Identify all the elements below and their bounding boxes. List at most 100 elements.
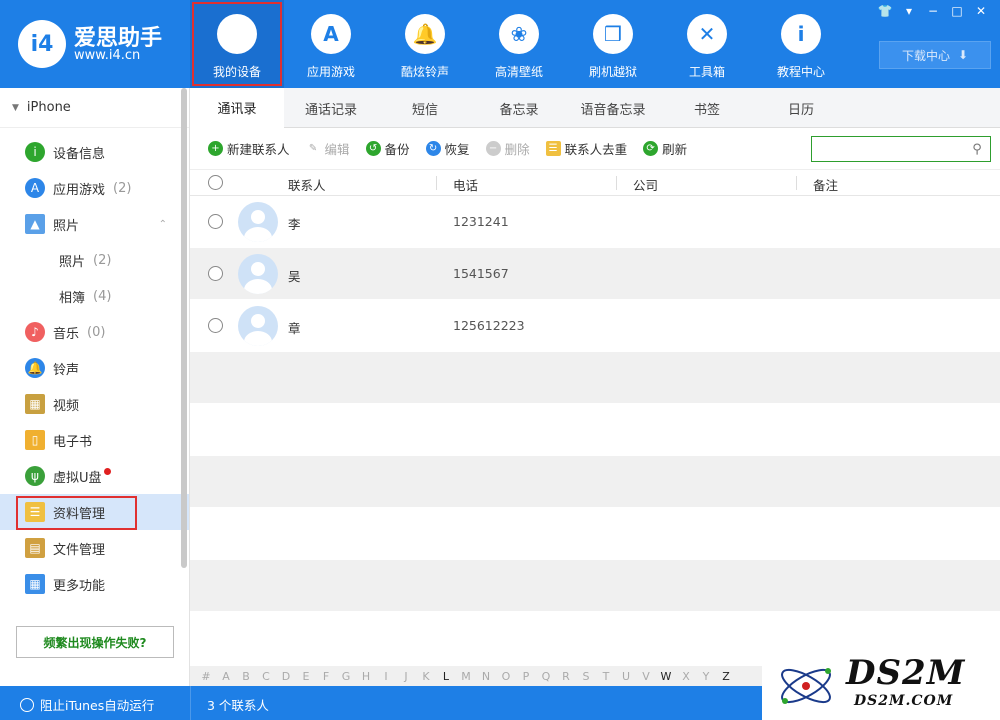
alphabet-letter[interactable]: C: [256, 670, 276, 683]
menu-icon[interactable]: ▾: [900, 2, 918, 20]
alphabet-letter[interactable]: H: [356, 670, 376, 683]
contact-phone: 125612223: [453, 318, 525, 333]
sidebar-item-label: 相簿: [59, 290, 86, 306]
sidebar-item-11[interactable]: ▤ 文件管理: [0, 530, 189, 566]
tab-4[interactable]: 语音备忘录: [566, 88, 660, 128]
sidebar-item-label: 虚拟U盘: [53, 470, 102, 486]
alphabet-letter[interactable]: X: [676, 670, 696, 683]
alphabet-letter[interactable]: A: [216, 670, 236, 683]
alphabet-letter[interactable]: W: [656, 670, 676, 683]
alphabet-letter[interactable]: U: [616, 670, 636, 683]
alphabet-letter[interactable]: M: [456, 670, 476, 683]
tab-6[interactable]: 日历: [754, 88, 848, 128]
box-icon: ❒: [593, 14, 633, 54]
nav-item-3[interactable]: ❀ 高清壁纸: [472, 0, 566, 88]
dedupe-contacts-button[interactable]: ☰ 联系人去重: [545, 139, 627, 158]
sidebar-item-12[interactable]: ▦ 更多功能: [0, 566, 189, 602]
header-company[interactable]: 公司: [633, 175, 658, 194]
flower-icon: ❀: [499, 14, 539, 54]
alphabet-letter[interactable]: E: [296, 670, 316, 683]
row-radio[interactable]: [208, 318, 223, 333]
atom-logo-icon: [781, 668, 831, 704]
row-radio[interactable]: [208, 266, 223, 281]
app-url: www.i4.cn: [74, 48, 141, 63]
table-row[interactable]: 吴 1541567: [190, 248, 1000, 300]
select-all-radio[interactable]: [208, 175, 223, 190]
alphabet-letter[interactable]: Q: [536, 670, 556, 683]
search-icon[interactable]: ⚲: [968, 140, 986, 158]
header-note[interactable]: 备注: [813, 175, 838, 194]
header-phone[interactable]: 电话: [453, 175, 478, 194]
nav-item-2[interactable]: 🔔 酷炫铃声: [378, 0, 472, 88]
header-contact[interactable]: 联系人: [288, 175, 326, 194]
nav-item-4[interactable]: ❒ 刷机越狱: [566, 0, 660, 88]
sidebar-item-8[interactable]: ▯ 电子书: [0, 422, 189, 458]
alphabet-letter[interactable]: D: [276, 670, 296, 683]
operation-failed-button[interactable]: 频繁出现操作失败?: [16, 626, 174, 658]
sidebar-item-label: 照片: [59, 254, 86, 270]
sidebar-item-1[interactable]: A 应用游戏 (2): [0, 170, 189, 206]
grid-icon: ▦: [25, 574, 45, 594]
chevron-up-icon[interactable]: ⌃: [159, 219, 167, 230]
sidebar-item-3[interactable]: 照片 (2): [0, 242, 189, 278]
alphabet-letter[interactable]: T: [596, 670, 616, 683]
nav-item-0[interactable]: 我的设备: [190, 0, 284, 88]
alphabet-letter[interactable]: I: [376, 670, 396, 683]
skin-icon[interactable]: 👕: [876, 2, 894, 20]
tab-0[interactable]: 通讯录: [190, 88, 284, 128]
sidebar-item-9[interactable]: ψ 虚拟U盘: [0, 458, 189, 494]
edit-label: 编辑: [324, 142, 350, 157]
alphabet-letter[interactable]: P: [516, 670, 536, 683]
nav-item-1[interactable]: A 应用游戏: [284, 0, 378, 88]
delete-button[interactable]: − 删除: [485, 139, 530, 158]
delete-icon: −: [485, 141, 501, 156]
row-radio[interactable]: [208, 214, 223, 229]
search-input[interactable]: [812, 138, 962, 160]
alphabet-letter[interactable]: G: [336, 670, 356, 683]
sidebar-scrollbar[interactable]: [181, 88, 187, 568]
alphabet-letter[interactable]: R: [556, 670, 576, 683]
minimize-icon[interactable]: −: [924, 2, 942, 20]
sidebar-item-4[interactable]: 相簿 (4): [0, 278, 189, 314]
tab-5[interactable]: 书签: [660, 88, 754, 128]
alphabet-letter[interactable]: #: [196, 670, 216, 683]
sidebar-item-5[interactable]: ♪ 音乐 (0): [0, 314, 189, 350]
sidebar-item-10[interactable]: ☰ 资料管理: [0, 494, 189, 530]
avatar: [238, 306, 278, 346]
block-itunes-toggle[interactable]: 阻止iTunes自动运行: [20, 695, 154, 714]
alphabet-letter[interactable]: N: [476, 670, 496, 683]
alphabet-letter[interactable]: K: [416, 670, 436, 683]
nav-item-6[interactable]: i 教程中心: [754, 0, 848, 88]
circle-icon: [20, 697, 34, 712]
alphabet-letter[interactable]: Z: [716, 670, 736, 683]
tab-3[interactable]: 备忘录: [472, 88, 566, 128]
alphabet-letter[interactable]: L: [436, 670, 456, 683]
alphabet-letter[interactable]: S: [576, 670, 596, 683]
download-center-button[interactable]: 下载中心 ⬇: [879, 41, 991, 69]
close-icon[interactable]: ✕: [972, 2, 990, 20]
restore-button[interactable]: ↻ 恢复: [425, 139, 470, 158]
sidebar-item-0[interactable]: i 设备信息: [0, 134, 189, 170]
refresh-button[interactable]: ⟳ 刷新: [643, 139, 687, 158]
device-selector[interactable]: ▼ iPhone: [0, 88, 189, 128]
sidebar-item-6[interactable]: 🔔 铃声: [0, 350, 189, 386]
tab-2[interactable]: 短信: [378, 88, 472, 128]
alphabet-letter[interactable]: O: [496, 670, 516, 683]
alphabet-letter[interactable]: Y: [696, 670, 716, 683]
maximize-icon[interactable]: □: [948, 2, 966, 20]
alphabet-letter[interactable]: V: [636, 670, 656, 683]
alphabet-letter[interactable]: F: [316, 670, 336, 683]
backup-button[interactable]: ↺ 备份: [365, 139, 410, 158]
tab-1[interactable]: 通话记录: [284, 88, 378, 128]
table-row[interactable]: 章 125612223: [190, 300, 1000, 352]
alphabet-letter[interactable]: J: [396, 670, 416, 683]
edit-button[interactable]: ✎ 编辑: [306, 139, 350, 158]
sidebar-item-2[interactable]: ▲ 照片 ⌃: [0, 206, 189, 242]
nav-item-5[interactable]: ✕ 工具箱: [660, 0, 754, 88]
contact-name: 李: [288, 217, 301, 232]
sidebar-item-7[interactable]: ▦ 视频: [0, 386, 189, 422]
new-contact-button[interactable]: + 新建联系人: [208, 139, 290, 158]
table-row[interactable]: 李 1231241: [190, 196, 1000, 248]
nav-label: 教程中心: [776, 65, 825, 79]
alphabet-letter[interactable]: B: [236, 670, 256, 683]
